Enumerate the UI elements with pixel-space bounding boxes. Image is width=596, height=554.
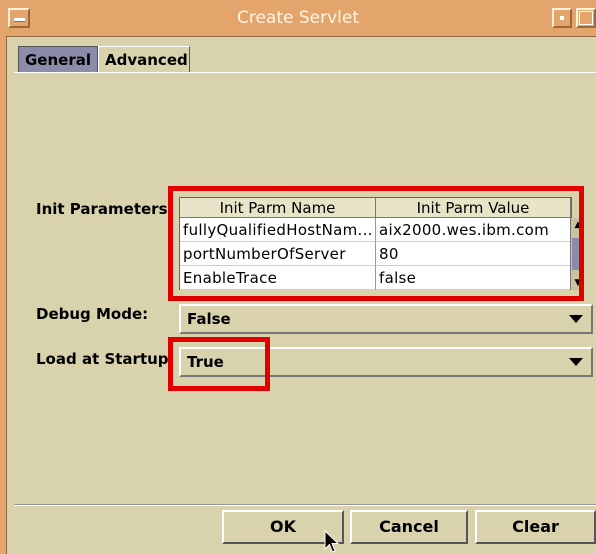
mouse-pointer-icon bbox=[324, 530, 340, 553]
create-servlet-window: Create Servlet General Advanced Init Par… bbox=[0, 0, 596, 554]
tab-divider bbox=[14, 72, 596, 73]
window-title: Create Servlet bbox=[236, 8, 360, 28]
debug-mode-dropdown[interactable]: False bbox=[179, 304, 593, 334]
init-params-highlight-box bbox=[168, 186, 584, 301]
tab-general[interactable]: General bbox=[18, 46, 98, 72]
dropdown-arrow-icon[interactable] bbox=[569, 358, 583, 366]
debug-mode-label: Debug Mode: bbox=[36, 305, 149, 323]
cancel-button[interactable]: Cancel bbox=[350, 510, 468, 544]
tab-advanced[interactable]: Advanced bbox=[98, 46, 190, 72]
dropdown-arrow-icon[interactable] bbox=[569, 315, 583, 323]
window-border bbox=[0, 36, 7, 554]
title-bar[interactable]: Create Servlet bbox=[0, 0, 596, 37]
load-at-startup-highlight-box bbox=[168, 337, 270, 391]
minimize-icon[interactable] bbox=[552, 8, 572, 28]
init-parameters-label: Init Parameters: bbox=[36, 200, 174, 218]
debug-mode-value: False bbox=[187, 310, 231, 328]
clear-button[interactable]: Clear bbox=[475, 510, 596, 544]
load-at-startup-label: Load at Startup: bbox=[36, 350, 175, 368]
maximize-icon[interactable] bbox=[576, 8, 596, 28]
button-divider bbox=[14, 505, 596, 506]
